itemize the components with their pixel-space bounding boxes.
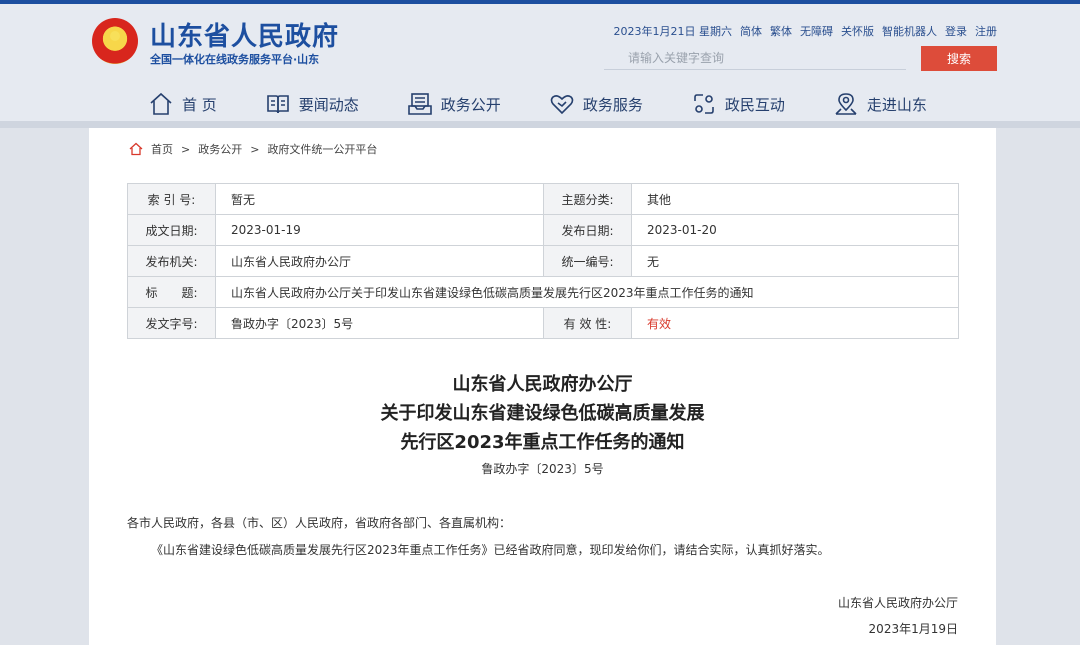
nav-label: 走进山东 [866,95,927,114]
document-title-line: 山东省人民政府办公厅 [452,374,633,395]
document-body: 《山东省建设绿色低碳高质量发展先行区2023年重点工作任务》已经省政府同意，现印… [151,543,830,557]
meta-topic-value: 其他 [631,183,959,215]
meta-published-label: 发布日期: [543,214,632,246]
meta-validity-label: 有 效 性: [543,307,632,339]
meta-unified-value: 无 [631,245,959,277]
breadcrumb-separator: > [250,142,260,156]
signature-date: 2023年1月19日 [868,622,958,636]
meta-title-label: 标 题: [127,276,216,308]
nav-label: 政务公开 [440,95,501,114]
document-title: 山东省人民政府办公厅 关于印发山东省建设绿色低碳高质量发展 先行区2023年重点… [89,370,996,457]
search-input[interactable] [604,46,906,70]
meta-validity-value: 有效 [631,307,959,339]
meta-unified-label: 统一编号: [543,245,632,277]
search-button[interactable]: 搜索 [921,46,997,71]
nav-interaction[interactable]: 政民互动 [691,86,785,122]
link-login[interactable]: 登录 [945,23,967,39]
nav-about-shandong[interactable]: 走进山东 [833,86,927,122]
meta-created-value: 2023-01-19 [215,214,544,246]
meta-published-value: 2023-01-20 [631,214,959,246]
nav-label: 首 页 [182,95,217,114]
link-traditional[interactable]: 繁体 [770,23,792,39]
document-number: 鲁政办字〔2023〕5号 [481,462,604,476]
table-row: 发布机关: 山东省人民政府办公厅 统一编号: 无 [127,245,959,277]
table-row: 索 引 号: 暂无 主题分类: 其他 [127,183,959,215]
site-header: 山东省人民政府 全国一体化在线政务服务平台·山东 2023年1月21日 星期六 … [0,4,1080,128]
site-title[interactable]: 山东省人民政府 [150,16,339,53]
signature-org: 山东省人民政府办公厅 [837,596,958,610]
breadcrumb-home[interactable]: 首页 [151,141,173,157]
meta-index-label: 索 引 号: [127,183,216,215]
document-title-line: 先行区2023年重点工作任务的通知 [400,432,685,453]
utility-bar: 2023年1月21日 星期六 简体 繁体 无障碍 关怀版 智能机器人 登录 注册 [614,23,998,39]
meta-title-value: 山东省人民政府办公厅关于印发山东省建设绿色低碳高质量发展先行区2023年重点工作… [215,276,959,308]
nav-label: 要闻动态 [298,95,359,114]
meta-docno-value: 鲁政办字〔2023〕5号 [215,307,544,339]
site-subtitle: 全国一体化在线政务服务平台·山东 [150,53,320,66]
document-title-line: 关于印发山东省建设绿色低碳高质量发展 [380,403,705,424]
home-icon [129,142,143,156]
breadcrumb: 首页 > 政务公开 > 政府文件统一公开平台 [129,141,377,157]
meta-index-value: 暂无 [215,183,544,215]
national-emblem-icon [92,18,138,64]
meta-created-label: 成文日期: [127,214,216,246]
meta-docno-label: 发文字号: [127,307,216,339]
interaction-icon [694,94,714,114]
table-row: 标 题: 山东省人民政府办公厅关于印发山东省建设绿色低碳高质量发展先行区2023… [127,276,959,308]
nav-label: 政民互动 [724,95,785,114]
breadcrumb-separator: > [181,142,191,156]
meta-issuer-label: 发布机关: [127,245,216,277]
nav-divider [0,121,1080,128]
link-simplified[interactable]: 简体 [740,23,762,39]
book-icon [266,95,289,114]
nav-open-gov[interactable]: 政务公开 [407,86,501,122]
link-accessibility[interactable]: 无障碍 [800,23,833,39]
heart-icon [550,95,574,115]
meta-issuer-value: 山东省人民政府办公厅 [215,245,544,277]
meta-topic-label: 主题分类: [543,183,632,215]
table-row: 发文字号: 鲁政办字〔2023〕5号 有 效 性: 有效 [127,307,959,339]
current-date: 2023年1月21日 星期六 [613,25,733,38]
home-icon [150,92,172,115]
nav-home[interactable]: 首 页 [148,86,217,122]
nav-news[interactable]: 要闻动态 [265,86,359,122]
table-row: 成文日期: 2023-01-19 发布日期: 2023-01-20 [127,214,959,246]
breadcrumb-doc-platform[interactable]: 政府文件统一公开平台 [267,141,377,157]
inbox-icon [407,93,432,115]
link-robot[interactable]: 智能机器人 [882,23,937,39]
main-nav: 首 页 要闻动态 政务公开 政务服务 政民互动 走进山东 [148,86,975,122]
nav-services[interactable]: 政务服务 [549,86,643,122]
document-meta-table: 索 引 号: 暂无 主题分类: 其他 成文日期: 2023-01-19 发布日期… [127,183,959,339]
location-icon [835,93,857,115]
nav-label: 政务服务 [582,95,643,114]
main-content: 首页 > 政务公开 > 政府文件统一公开平台 索 引 号: 暂无 主题分类: 其… [89,128,996,645]
breadcrumb-open-gov[interactable]: 政务公开 [198,141,242,157]
document-addressee: 各市人民政府，各县（市、区）人民政府，省政府各部门、各直属机构： [127,516,512,530]
link-register[interactable]: 注册 [975,23,997,39]
link-care-mode[interactable]: 关怀版 [841,23,874,39]
